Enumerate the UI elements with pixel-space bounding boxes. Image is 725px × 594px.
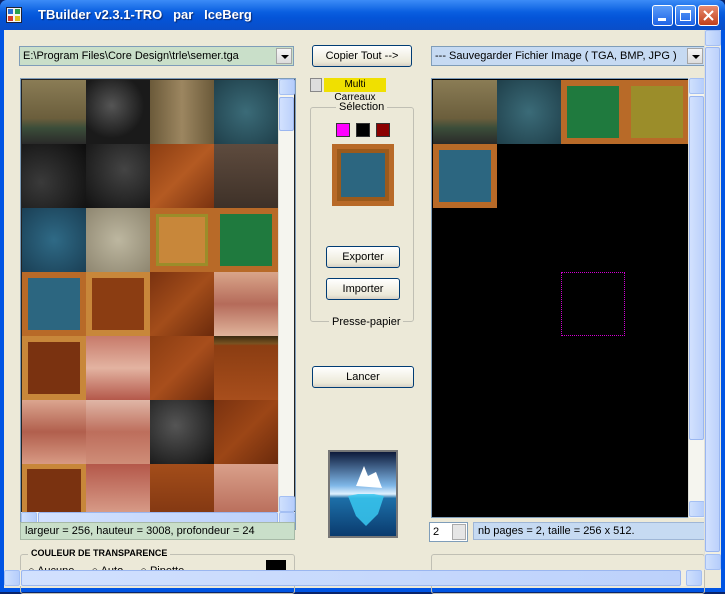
texture-tile[interactable]	[86, 80, 150, 144]
chevron-down-icon[interactable]	[276, 48, 292, 64]
texture-tile[interactable]	[214, 336, 278, 400]
destination-status: nb pages = 2, taille = 256 x 512.	[473, 522, 705, 540]
scroll-thumb[interactable]	[279, 97, 294, 131]
texture-tile[interactable]	[150, 144, 214, 208]
file-path-text: E:\Program Files\Core Design\trle\semer.…	[23, 50, 239, 62]
texture-tile[interactable]	[150, 336, 214, 400]
scroll-thumb[interactable]	[21, 570, 681, 586]
clipboard-title: Presse-papier	[329, 316, 404, 328]
texture-tile[interactable]	[433, 144, 497, 208]
texture-tile[interactable]	[150, 208, 214, 272]
texture-tile[interactable]	[22, 272, 86, 336]
destination-texture-view[interactable]	[431, 78, 689, 518]
texture-tile[interactable]	[433, 80, 497, 144]
selection-title: Sélection	[336, 101, 388, 113]
texture-tile[interactable]	[86, 400, 150, 464]
app-window: TBuilder v2.3.1-TRO par IceBerg E:\Progr…	[0, 0, 725, 594]
launch-label: Lancer	[346, 371, 380, 383]
selection-preview	[332, 144, 394, 206]
launch-button[interactable]: Lancer	[312, 366, 414, 388]
texture-tile[interactable]	[214, 400, 278, 464]
texture-tile[interactable]	[86, 144, 150, 208]
export-button[interactable]: Exporter	[326, 246, 400, 268]
texture-tile[interactable]	[497, 80, 561, 144]
texture-tile[interactable]	[150, 400, 214, 464]
save-image-combo[interactable]: --- Sauvegarder Fichier Image ( TGA, BMP…	[431, 46, 705, 66]
close-icon	[703, 10, 714, 21]
chevron-down-icon[interactable]	[687, 48, 703, 64]
texture-tile[interactable]	[214, 144, 278, 208]
destination-vertical-scrollbar[interactable]	[688, 78, 705, 518]
save-image-text: --- Sauvegarder Fichier Image ( TGA, BMP…	[435, 50, 677, 62]
selection-marquee	[561, 272, 625, 336]
import-label: Importer	[342, 283, 384, 295]
window-vertical-scrollbar[interactable]	[704, 30, 721, 570]
scroll-left-icon[interactable]	[4, 570, 20, 586]
window-title: TBuilder v2.3.1-TRO par IceBerg	[38, 7, 252, 22]
texture-tile[interactable]	[150, 272, 214, 336]
texture-tile[interactable]	[22, 400, 86, 464]
source-texture-view[interactable]	[20, 78, 296, 530]
scroll-up-icon[interactable]	[689, 78, 705, 94]
maximize-button[interactable]	[675, 5, 696, 26]
swatch-black[interactable]	[356, 123, 370, 137]
texture-tile[interactable]	[561, 80, 625, 144]
minimize-icon	[658, 18, 666, 21]
texture-tile[interactable]	[214, 80, 278, 144]
scroll-down-icon[interactable]	[689, 501, 705, 517]
source-vertical-scrollbar[interactable]	[278, 79, 295, 512]
scroll-down-icon[interactable]	[705, 554, 721, 570]
window-horizontal-scrollbar[interactable]	[4, 570, 704, 586]
swatch-magenta[interactable]	[336, 123, 350, 137]
texture-tile[interactable]	[86, 336, 150, 400]
texture-tile[interactable]	[150, 80, 214, 144]
app-icon	[6, 7, 22, 23]
texture-tile[interactable]	[625, 80, 688, 144]
iceberg-icon	[348, 466, 384, 526]
import-button[interactable]: Importer	[326, 278, 400, 300]
minimize-button[interactable]	[652, 5, 673, 26]
multi-tiles-label[interactable]: Multi Carreaux	[324, 78, 386, 103]
spinner-arrows-icon[interactable]	[452, 524, 466, 540]
scroll-right-icon[interactable]	[686, 570, 702, 586]
texture-tile[interactable]	[22, 144, 86, 208]
maximize-icon	[680, 10, 691, 21]
texture-tile[interactable]	[86, 272, 150, 336]
page-spinner[interactable]: 2	[429, 522, 468, 542]
title-bar[interactable]: TBuilder v2.3.1-TRO par IceBerg	[0, 0, 725, 30]
close-button[interactable]	[698, 5, 719, 26]
texture-tile[interactable]	[22, 336, 86, 400]
export-label: Exporter	[342, 251, 384, 263]
client-area: E:\Program Files\Core Design\trle\semer.…	[4, 30, 721, 594]
page-value: 2	[433, 526, 440, 538]
file-path-combo[interactable]: E:\Program Files\Core Design\trle\semer.…	[19, 46, 294, 66]
copy-all-button[interactable]: Copier Tout -->	[312, 45, 412, 67]
source-status: largeur = 256, hauteur = 3008, profondeu…	[20, 522, 295, 540]
copy-all-label: Copier Tout -->	[325, 50, 399, 62]
texture-tile[interactable]	[22, 208, 86, 272]
scroll-thumb[interactable]	[689, 96, 704, 440]
swatch-darkred[interactable]	[376, 123, 390, 137]
texture-tile[interactable]	[22, 80, 86, 144]
scroll-down-icon[interactable]	[279, 496, 295, 512]
texture-tile[interactable]	[86, 208, 150, 272]
scroll-up-icon[interactable]	[279, 79, 295, 95]
multi-tiles-spinner[interactable]	[310, 78, 322, 92]
scroll-thumb[interactable]	[705, 47, 720, 552]
texture-tile[interactable]	[214, 208, 278, 272]
transparency-title: COULEUR DE TRANSPARENCE	[28, 548, 171, 558]
scroll-up-icon[interactable]	[705, 30, 721, 46]
texture-tile[interactable]	[214, 272, 278, 336]
iceberg-logo	[328, 450, 398, 538]
